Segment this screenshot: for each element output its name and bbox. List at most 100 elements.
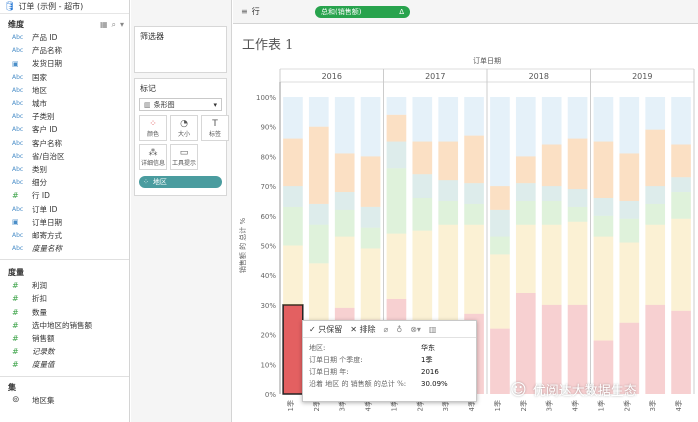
- field-dimension[interactable]: Abc 邮寄方式: [0, 229, 129, 242]
- y-tick-label: 50%: [260, 243, 276, 251]
- color-pill-label: 地区: [152, 178, 167, 186]
- field-measure[interactable]: # 折扣: [0, 292, 129, 305]
- label-button[interactable]: T 标签: [201, 115, 229, 141]
- bar-segment: [515, 200, 536, 225]
- mark-type-label: 条形图: [153, 100, 175, 109]
- field-set[interactable]: ⊚ 地区集: [0, 394, 129, 407]
- view-data-icon[interactable]: ▥: [429, 325, 437, 334]
- field-label: 产品名称: [32, 46, 62, 56]
- dropdown-icon[interactable]: ▾: [120, 20, 124, 30]
- field-dimension[interactable]: Abc 产品 ID: [0, 31, 129, 44]
- field-dimension[interactable]: ▣ 发货日期: [0, 57, 129, 70]
- field-dimension[interactable]: Abc 细分: [0, 176, 129, 189]
- filters-card[interactable]: 筛选器: [134, 26, 227, 73]
- field-dimension[interactable]: Abc 国家: [0, 71, 129, 84]
- bar-segment: [541, 224, 562, 305]
- field-label: 选中地区的销售额: [32, 320, 92, 330]
- field-dimension[interactable]: Abc 客户名称: [0, 137, 129, 150]
- field-measure[interactable]: # 选中地区的销售额: [0, 319, 129, 332]
- field-dimension[interactable]: Abc 订单 ID: [0, 202, 129, 215]
- bar-segment: [283, 138, 303, 187]
- bar-segment: [490, 254, 510, 329]
- color-label: 颜色: [146, 130, 159, 138]
- tooltip-key: 地区:: [309, 344, 326, 352]
- sum-sales-pill[interactable]: 总和(销售额) Δ: [315, 6, 410, 18]
- mark-tooltip: ✓ 只保留 ✕ 排除 ⌀ ♁ ⊗▾ ▥ 地区: 华东 订单日期 个季度: 1季 订单日期…: [302, 320, 477, 402]
- field-measure[interactable]: # 记录数: [0, 345, 129, 358]
- abc-icon: Abc: [12, 152, 24, 160]
- field-label: 细分: [32, 178, 47, 188]
- bar-segment: [593, 97, 614, 142]
- tooltip-button[interactable]: ▭ 工具提示: [170, 144, 198, 170]
- field-dimension[interactable]: Abc 子类别: [0, 110, 129, 123]
- color-button[interactable]: ⁘ 颜色: [139, 115, 167, 141]
- field-label: 度量名称: [32, 244, 62, 254]
- quarter-tick-label: 1季: [286, 400, 295, 411]
- measures-header: 度量: [0, 266, 129, 279]
- field-dimension[interactable]: ▣ 订单日期: [0, 216, 129, 229]
- field-measure[interactable]: # 销售额: [0, 332, 129, 345]
- field-dimension[interactable]: Abc 城市: [0, 97, 129, 110]
- field-dimension[interactable]: Abc 客户 ID: [0, 123, 129, 136]
- field-measure[interactable]: # 度量值: [0, 358, 129, 371]
- field-label: 省/自治区: [32, 151, 65, 161]
- size-button[interactable]: ◔ 大小: [170, 115, 198, 141]
- field-label: 记录数: [32, 347, 55, 357]
- dimensions-list: Abc 产品 ID Abc 产品名称 ▣ 发货日期 Abc 国家 Abc 地区 Abc 城市 Abc 子类…: [0, 31, 129, 255]
- group-icon[interactable]: ⊗▾: [410, 325, 421, 334]
- field-label: 地区集: [32, 395, 55, 405]
- field-dimension[interactable]: Abc 度量名称: [0, 242, 129, 255]
- bar-segment: [593, 236, 614, 341]
- field-measure[interactable]: # 利润: [0, 279, 129, 292]
- tooltip-body: 地区: 华东 订单日期 个季度: 1季 订单日期 年: 2016 沿着 地区 的 销售额 的…: [303, 338, 476, 390]
- y-tick-label: 30%: [260, 302, 276, 310]
- mark-type-dropdown[interactable]: ▥ 条形图 ▾: [139, 98, 222, 111]
- bar-segment: [515, 293, 536, 394]
- year-header-label: 2017: [425, 72, 445, 81]
- field-dimension[interactable]: Abc 产品名称: [0, 44, 129, 57]
- field-dimension[interactable]: # 行 ID: [0, 189, 129, 202]
- color-region-pill[interactable]: ⁘ 地区: [139, 176, 222, 188]
- field-dimension[interactable]: Abc 地区: [0, 84, 129, 97]
- grid-icon[interactable]: ▦: [100, 20, 108, 30]
- bar-segment: [308, 97, 329, 127]
- tooltip-icon: ▭: [179, 147, 189, 158]
- field-dimension[interactable]: Abc 省/自治区: [0, 150, 129, 163]
- abc-icon: Abc: [12, 47, 24, 55]
- sets-title: 集: [8, 382, 16, 392]
- bar-segment: [490, 97, 510, 187]
- bar-segment: [490, 328, 510, 394]
- dimensions-title: 维度: [8, 20, 24, 29]
- bar-segment: [334, 209, 355, 237]
- field-label: 客户 ID: [32, 125, 58, 135]
- bar-segment: [671, 310, 691, 394]
- tooltip-key: 沿着 地区 的 销售额 的总计 %:: [309, 380, 407, 388]
- field-measure[interactable]: # 数量: [0, 306, 129, 319]
- paperclip-icon[interactable]: ⌀: [384, 325, 389, 334]
- abc-icon: Abc: [12, 113, 24, 121]
- detail-icon: ⁂: [148, 147, 158, 158]
- number-icon: #: [12, 334, 19, 344]
- watermark: ☺ 优阅达大数据生态: [510, 380, 637, 399]
- field-label: 度量值: [32, 360, 55, 370]
- bar-segment: [438, 97, 459, 142]
- number-icon: #: [12, 281, 19, 291]
- rows-shelf: ≡ 行 总和(销售额) Δ: [233, 0, 698, 24]
- bar-segment: [541, 200, 562, 225]
- detail-button[interactable]: ⁂ 详细信息: [139, 144, 167, 170]
- search-icon[interactable]: ⌕: [112, 20, 116, 30]
- bar-segment: [567, 206, 588, 222]
- datasource-row[interactable]: 🛢 订单 (示例 - 超市): [0, 0, 129, 14]
- bar-segment: [541, 97, 562, 145]
- bar-segment: [412, 141, 433, 175]
- pin-icon[interactable]: ♁: [396, 325, 402, 334]
- field-dimension[interactable]: Abc 类别: [0, 163, 129, 176]
- bar-segment: [619, 153, 640, 201]
- bar-segment: [412, 197, 433, 231]
- bar-segment: [386, 114, 407, 142]
- number-icon: #: [12, 307, 19, 317]
- keep-only-button[interactable]: ✓ 只保留: [309, 324, 342, 335]
- year-header-label: 2019: [632, 72, 652, 81]
- bar-segment: [541, 186, 562, 201]
- exclude-button[interactable]: ✕ 排除: [350, 324, 375, 335]
